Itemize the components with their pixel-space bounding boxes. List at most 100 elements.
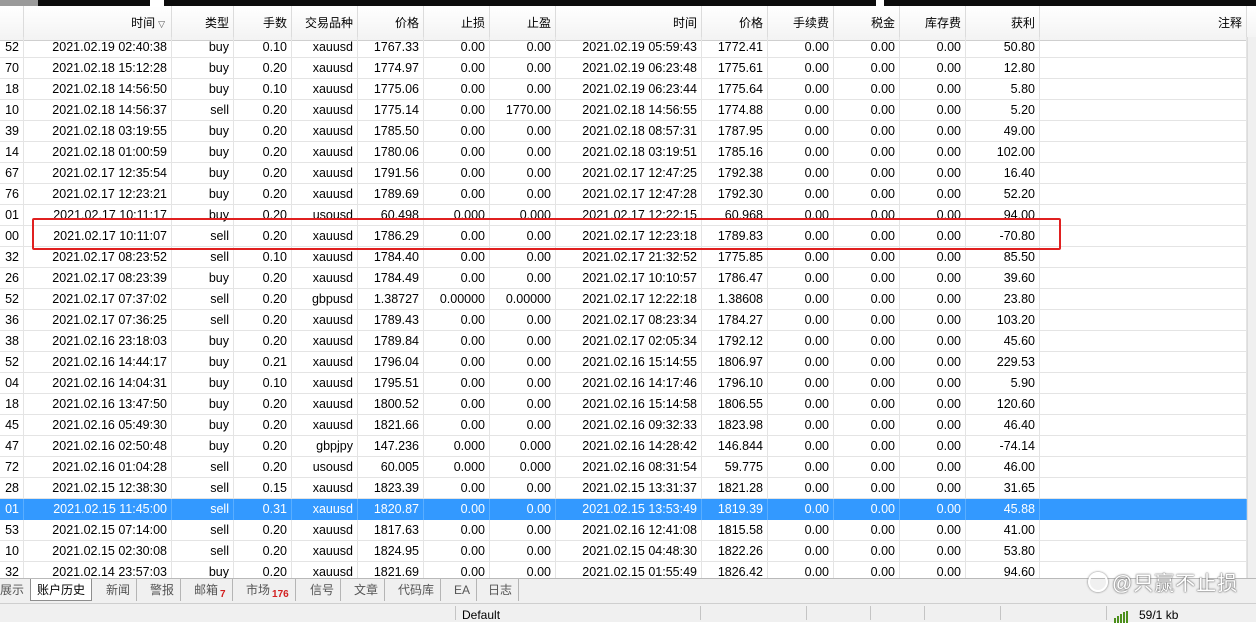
- cell-open-price: 1786.29: [358, 226, 424, 247]
- column-header-swap[interactable]: 库存费: [900, 6, 966, 40]
- column-header-close-time[interactable]: 时间: [556, 6, 702, 40]
- cell-swap: 0.00: [900, 247, 966, 268]
- cell-sl: 0.00: [424, 37, 490, 58]
- cell-tax: 0.00: [834, 478, 900, 499]
- cell-sl: 0.00: [424, 394, 490, 415]
- table-row[interactable]: 72 2021.02.16 01:04:28 sell 0.20 usousd 60.00…: [0, 457, 1247, 478]
- cell-open-price: 1775.14: [358, 100, 424, 121]
- table-row[interactable]: 32 2021.02.17 08:23:52 sell 0.10 xauusd 1784.…: [0, 247, 1247, 268]
- cell-profit: 120.60: [966, 394, 1040, 415]
- vertical-scrollbar[interactable]: [1247, 37, 1256, 578]
- table-row[interactable]: 28 2021.02.15 12:38:30 sell 0.15 xauusd 1823.…: [0, 478, 1247, 499]
- cell-tax: 0.00: [834, 37, 900, 58]
- cell-symbol: xauusd: [292, 373, 358, 394]
- table-row[interactable]: 10 2021.02.18 14:56:37 sell 0.20 xauusd 1775.…: [0, 100, 1247, 121]
- tab-item-2[interactable]: 新闻: [100, 579, 138, 601]
- tab-ea[interactable]: EA: [448, 579, 478, 601]
- cell-swap: 0.00: [900, 352, 966, 373]
- tab-item-0[interactable]: 展示: [0, 579, 32, 601]
- cell-profit: 45.60: [966, 331, 1040, 352]
- cell-lots: 0.15: [234, 478, 292, 499]
- table-row[interactable]: 45 2021.02.16 05:49:30 buy 0.20 xauusd 1821.6…: [0, 415, 1247, 436]
- cell-comment: [1040, 436, 1247, 457]
- column-header-label: 价格: [738, 16, 763, 30]
- tab-item-6[interactable]: 信号: [304, 579, 342, 601]
- table-row[interactable]: 01 2021.02.17 10:11:17 buy 0.20 usousd 60.498…: [0, 205, 1247, 226]
- column-header-symbol[interactable]: 交易品种: [292, 6, 358, 40]
- cell-tp: 0.00: [490, 226, 556, 247]
- cell-symbol: xauusd: [292, 142, 358, 163]
- column-header-label: 库存费: [924, 16, 961, 30]
- cell-close-price: 1775.61: [702, 58, 768, 79]
- cell-commission: 0.00: [768, 541, 834, 562]
- tab-item-7[interactable]: 文章: [348, 579, 386, 601]
- cell-comment: [1040, 478, 1247, 499]
- cell-close-price: 1774.88: [702, 100, 768, 121]
- cell-symbol: usousd: [292, 205, 358, 226]
- table-row[interactable]: 10 2021.02.15 02:30:08 sell 0.20 xauusd 1824.…: [0, 541, 1247, 562]
- column-header-close-price[interactable]: 价格: [702, 6, 768, 40]
- cell-close-price: 146.844: [702, 436, 768, 457]
- tab-item-1[interactable]: 账户历史: [30, 579, 93, 601]
- column-header-commission[interactable]: 手续费: [768, 6, 834, 40]
- table-row[interactable]: 38 2021.02.16 23:18:03 buy 0.20 xauusd 1789.8…: [0, 331, 1247, 352]
- cell-order: 18: [0, 394, 24, 415]
- cell-sl: 0.00: [424, 541, 490, 562]
- table-row[interactable]: 70 2021.02.18 15:12:28 buy 0.20 xauusd 1774.9…: [0, 58, 1247, 79]
- cell-profit: 50.80: [966, 37, 1040, 58]
- cell-sl: 0.00: [424, 331, 490, 352]
- table-row[interactable]: 04 2021.02.16 14:04:31 buy 0.10 xauusd 1795.5…: [0, 373, 1247, 394]
- column-header-lots[interactable]: 手数: [234, 6, 292, 40]
- cell-commission: 0.00: [768, 226, 834, 247]
- column-header-profit[interactable]: 获利: [966, 6, 1040, 40]
- cell-close-time: 2021.02.19 06:23:48: [556, 58, 702, 79]
- column-header-label: 止损: [460, 16, 485, 30]
- column-header-open-time[interactable]: 时间 ▽: [24, 6, 172, 40]
- cell-lots: 0.10: [234, 373, 292, 394]
- cell-tp: 0.00: [490, 163, 556, 184]
- cell-close-price: 1772.41: [702, 37, 768, 58]
- table-row[interactable]: 52 2021.02.17 07:37:02 sell 0.20 gbpusd 1.387…: [0, 289, 1247, 310]
- table-row[interactable]: 00 2021.02.17 10:11:07 sell 0.20 xauusd 1786.…: [0, 226, 1247, 247]
- table-row[interactable]: 14 2021.02.18 01:00:59 buy 0.20 xauusd 1780.0…: [0, 142, 1247, 163]
- table-row[interactable]: 26 2021.02.17 08:23:39 buy 0.20 xauusd 1784.4…: [0, 268, 1247, 289]
- tab-item-3[interactable]: 警报: [144, 579, 182, 601]
- column-header-tax[interactable]: 税金: [834, 6, 900, 40]
- table-row[interactable]: 39 2021.02.18 03:19:55 buy 0.20 xauusd 1785.5…: [0, 121, 1247, 142]
- cell-open-price: 1789.84: [358, 331, 424, 352]
- table-row[interactable]: 52 2021.02.16 14:44:17 buy 0.21 xauusd 1796.0…: [0, 352, 1247, 373]
- cell-open-time: 2021.02.16 14:44:17: [24, 352, 172, 373]
- table-row[interactable]: 52 2021.02.19 02:40:38 buy 0.10 xauusd 1767.3…: [0, 37, 1247, 58]
- column-header-tp[interactable]: 止盈: [490, 6, 556, 40]
- tab-item-8[interactable]: 代码库: [392, 579, 442, 601]
- cell-tax: 0.00: [834, 289, 900, 310]
- table-row[interactable]: 36 2021.02.17 07:36:25 sell 0.20 xauusd 1789.…: [0, 310, 1247, 331]
- table-row[interactable]: 67 2021.02.17 12:35:54 buy 0.20 xauusd 1791.5…: [0, 163, 1247, 184]
- tab-label: 账户历史: [37, 583, 86, 597]
- column-header-sl[interactable]: 止损: [424, 6, 490, 40]
- cell-open-time: 2021.02.17 12:35:54: [24, 163, 172, 184]
- table-row[interactable]: 18 2021.02.18 14:56:50 buy 0.10 xauusd 1775.0…: [0, 79, 1247, 100]
- column-header-comment[interactable]: 注释: [1040, 6, 1247, 40]
- column-header-open-price[interactable]: 价格: [358, 6, 424, 40]
- sort-desc-icon[interactable]: ▽: [158, 19, 165, 29]
- cell-close-price: 1786.47: [702, 268, 768, 289]
- cell-lots: 0.20: [234, 541, 292, 562]
- cell-sl: 0.00: [424, 79, 490, 100]
- table-row[interactable]: 47 2021.02.16 02:50:48 buy 0.20 gbpjpy 147.23…: [0, 436, 1247, 457]
- column-header-order[interactable]: [0, 6, 24, 40]
- cell-commission: 0.00: [768, 163, 834, 184]
- cell-tp: 0.00: [490, 394, 556, 415]
- table-row[interactable]: 01 2021.02.15 11:45:00 sell 0.31 xauusd 1820.…: [0, 499, 1247, 520]
- column-header-type[interactable]: 类型: [172, 6, 234, 40]
- cell-close-price: 1784.27: [702, 310, 768, 331]
- cell-comment: [1040, 541, 1247, 562]
- table-row[interactable]: 76 2021.02.17 12:23:21 buy 0.20 xauusd 1789.6…: [0, 184, 1247, 205]
- table-row[interactable]: 18 2021.02.16 13:47:50 buy 0.20 xauusd 1800.5…: [0, 394, 1247, 415]
- tab-item-5[interactable]: 市场 176: [240, 579, 296, 601]
- tab-item-4[interactable]: 邮箱 7: [188, 579, 233, 601]
- table-row[interactable]: 53 2021.02.15 07:14:00 sell 0.20 xauusd 1817.…: [0, 520, 1247, 541]
- cell-profit: 39.60: [966, 268, 1040, 289]
- cell-swap: 0.00: [900, 331, 966, 352]
- tab-item-10[interactable]: 日志: [482, 579, 520, 601]
